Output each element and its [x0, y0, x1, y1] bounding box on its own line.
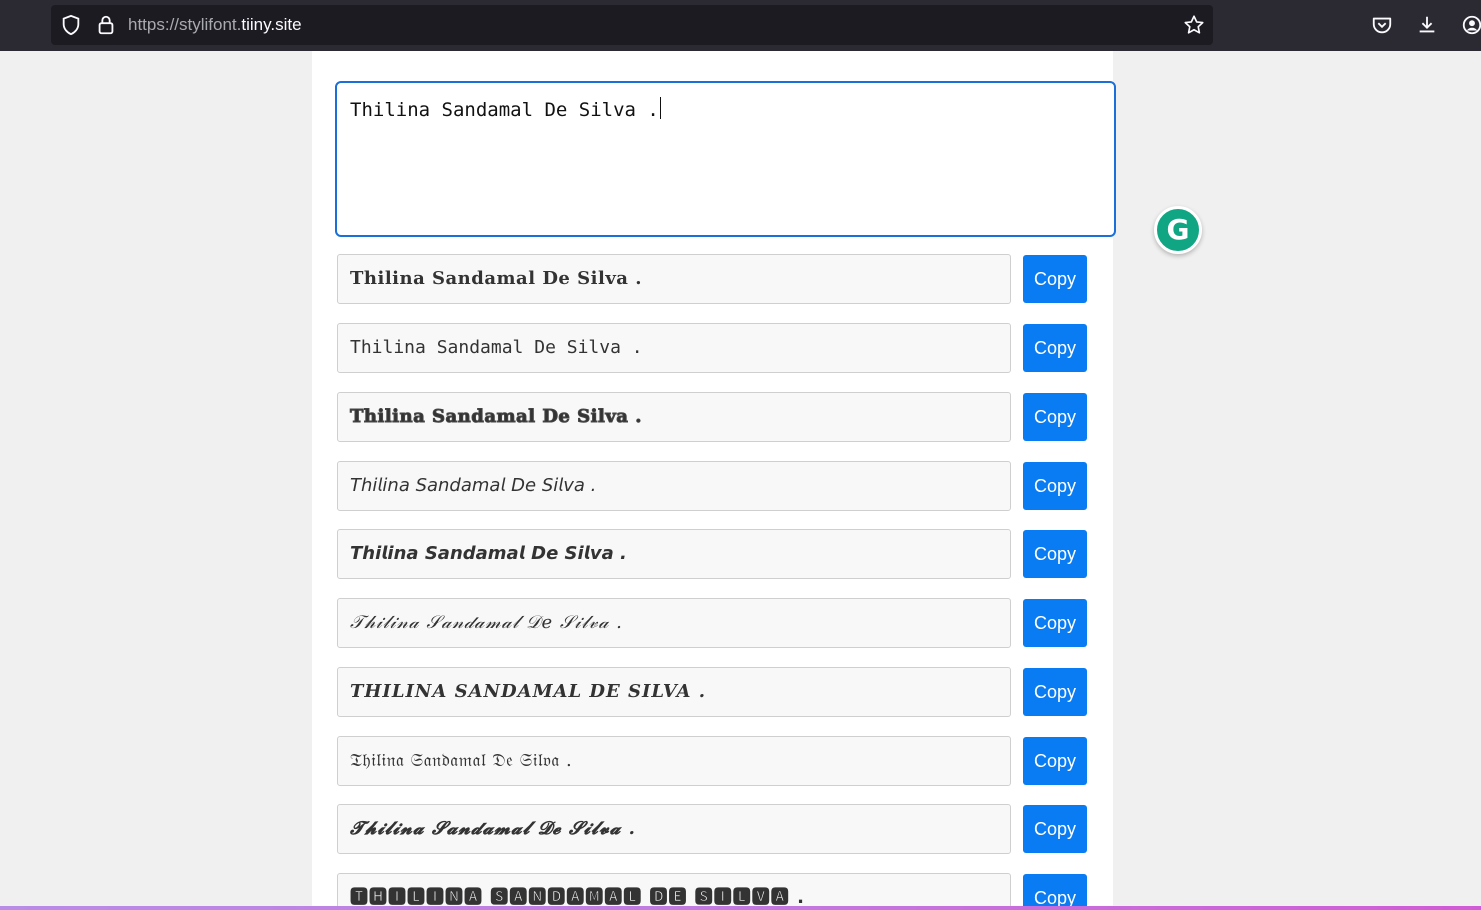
- style-row: 𝚃𝚑𝚒𝚕𝚒𝚗𝚊 𝚂𝚊𝚗𝚍𝚊𝚖𝚊𝚕 𝙳𝚎 𝚂𝚒𝚕𝚟𝚊 . Copy: [337, 323, 1087, 373]
- text-caret: [659, 97, 661, 119]
- style-row: 𝒯𝒽𝒾𝓁𝒾𝓃𝒶 𝒮𝒶𝓃𝒹𝒶𝓂𝒶𝓁 𝒟𝑒 𝒮𝒾𝓁𝓋𝒶 . Copy: [337, 598, 1087, 648]
- copy-button[interactable]: Copy: [1023, 599, 1087, 647]
- copy-button[interactable]: Copy: [1023, 805, 1087, 853]
- text-input[interactable]: Thilina Sandamal De Silva .: [335, 81, 1116, 237]
- styled-output[interactable]: 𝓣𝓱𝓲𝓵𝓲𝓷𝓪 𝓢𝓪𝓷𝓭𝓪𝓶𝓪𝓵 𝓓𝓮 𝓢𝓲𝓵𝓿𝓪 .: [337, 804, 1011, 854]
- styled-output[interactable]: 𝒯𝒽𝒾𝓁𝒾𝓃𝒶 𝒮𝒶𝓃𝒹𝒶𝓂𝒶𝓁 𝒟𝑒 𝒮𝒾𝓁𝓋𝒶 .: [337, 598, 1011, 648]
- bookmark-star-icon[interactable]: [1183, 14, 1205, 36]
- style-row: 🆃🅷🅸🅻🅸🅽🅰 🆂🅰🅽🅳🅰🅼🅰🅻 🅳🅴 🆂🅸🅻🆅🅰 . Copy: [337, 873, 1087, 910]
- copy-button[interactable]: Copy: [1023, 530, 1087, 578]
- bottom-accent-bar: [0, 906, 1481, 910]
- styled-output[interactable]: 𝐓𝐡𝐢𝐥𝐢𝐧𝐚 𝐒𝐚𝐧𝐝𝐚𝐦𝐚𝐥 𝐃𝐞 𝐒𝐢𝐥𝐯𝐚 .: [337, 254, 1011, 304]
- copy-button[interactable]: Copy: [1023, 737, 1087, 785]
- address-bar[interactable]: https://stylifont.tiiny.site: [51, 5, 1213, 45]
- copy-button[interactable]: Copy: [1023, 874, 1087, 910]
- download-icon[interactable]: [1416, 14, 1438, 36]
- url-prefix: https://stylifont.: [128, 15, 242, 34]
- lock-icon[interactable]: [95, 14, 117, 36]
- copy-button[interactable]: Copy: [1023, 324, 1087, 372]
- styled-output[interactable]: 𝔗𝔥𝔦𝔩𝔦𝔫𝔞 𝔖𝔞𝔫𝔡𝔞𝔪𝔞𝔩 𝔇𝔢 𝔖𝔦𝔩𝔳𝔞 .: [337, 736, 1011, 786]
- style-row: 𝙏𝙝𝙞𝙡𝙞𝙣𝙖 𝙎𝙖𝙣𝙙𝙖𝙢𝙖𝙡 𝘿𝙚 𝙎𝙞𝙡𝙫𝙖 . Copy: [337, 529, 1087, 579]
- copy-button[interactable]: Copy: [1023, 668, 1087, 716]
- style-row: Thilina Sandamal De Silva . Copy: [337, 392, 1087, 442]
- copy-button[interactable]: Copy: [1023, 255, 1087, 303]
- style-row: 𝘛𝘩𝘪𝘭𝘪𝘯𝘢 𝘚𝘢𝘯𝘥𝘢𝘮𝘢𝘭 𝘋𝘦 𝘚𝘪𝘭𝘷𝘢 . Copy: [337, 461, 1087, 511]
- style-row: THILINA SANDAMAL DE SILVA . Copy: [337, 667, 1087, 717]
- copy-button[interactable]: Copy: [1023, 462, 1087, 510]
- styled-output[interactable]: Thilina Sandamal De Silva .: [337, 392, 1011, 442]
- styled-output[interactable]: 𝚃𝚑𝚒𝚕𝚒𝚗𝚊 𝚂𝚊𝚗𝚍𝚊𝚖𝚊𝚕 𝙳𝚎 𝚂𝚒𝚕𝚟𝚊 .: [337, 323, 1011, 373]
- styled-output[interactable]: 𝘛𝘩𝘪𝘭𝘪𝘯𝘢 𝘚𝘢𝘯𝘥𝘢𝘮𝘢𝘭 𝘋𝘦 𝘚𝘪𝘭𝘷𝘢 .: [337, 461, 1011, 511]
- url-text[interactable]: https://stylifont.tiiny.site: [128, 15, 302, 35]
- pocket-icon[interactable]: [1371, 14, 1393, 36]
- account-icon[interactable]: [1461, 14, 1481, 36]
- grammarly-letter: G: [1166, 213, 1190, 246]
- grammarly-icon[interactable]: G: [1154, 206, 1202, 254]
- browser-toolbar: https://stylifont.tiiny.site: [0, 0, 1481, 51]
- text-input-value: Thilina Sandamal De Silva .: [350, 99, 659, 121]
- copy-button[interactable]: Copy: [1023, 393, 1087, 441]
- shield-icon[interactable]: [60, 14, 82, 36]
- styled-output[interactable]: 🆃🅷🅸🅻🅸🅽🅰 🆂🅰🅽🅳🅰🅼🅰🅻 🅳🅴 🆂🅸🅻🆅🅰 .: [337, 873, 1011, 910]
- style-row: 𝔗𝔥𝔦𝔩𝔦𝔫𝔞 𝔖𝔞𝔫𝔡𝔞𝔪𝔞𝔩 𝔇𝔢 𝔖𝔦𝔩𝔳𝔞 . Copy: [337, 736, 1087, 786]
- styled-output[interactable]: 𝙏𝙝𝙞𝙡𝙞𝙣𝙖 𝙎𝙖𝙣𝙙𝙖𝙢𝙖𝙡 𝘿𝙚 𝙎𝙞𝙡𝙫𝙖 .: [337, 529, 1011, 579]
- style-row: 𝐓𝐡𝐢𝐥𝐢𝐧𝐚 𝐒𝐚𝐧𝐝𝐚𝐦𝐚𝐥 𝐃𝐞 𝐒𝐢𝐥𝐯𝐚 . Copy: [337, 254, 1087, 304]
- page-heading-clip: [312, 51, 1113, 57]
- style-row: 𝓣𝓱𝓲𝓵𝓲𝓷𝓪 𝓢𝓪𝓷𝓭𝓪𝓶𝓪𝓵 𝓓𝓮 𝓢𝓲𝓵𝓿𝓪 . Copy: [337, 804, 1087, 854]
- url-host: tiiny.site: [241, 15, 302, 34]
- styled-output[interactable]: THILINA SANDAMAL DE SILVA .: [337, 667, 1011, 717]
